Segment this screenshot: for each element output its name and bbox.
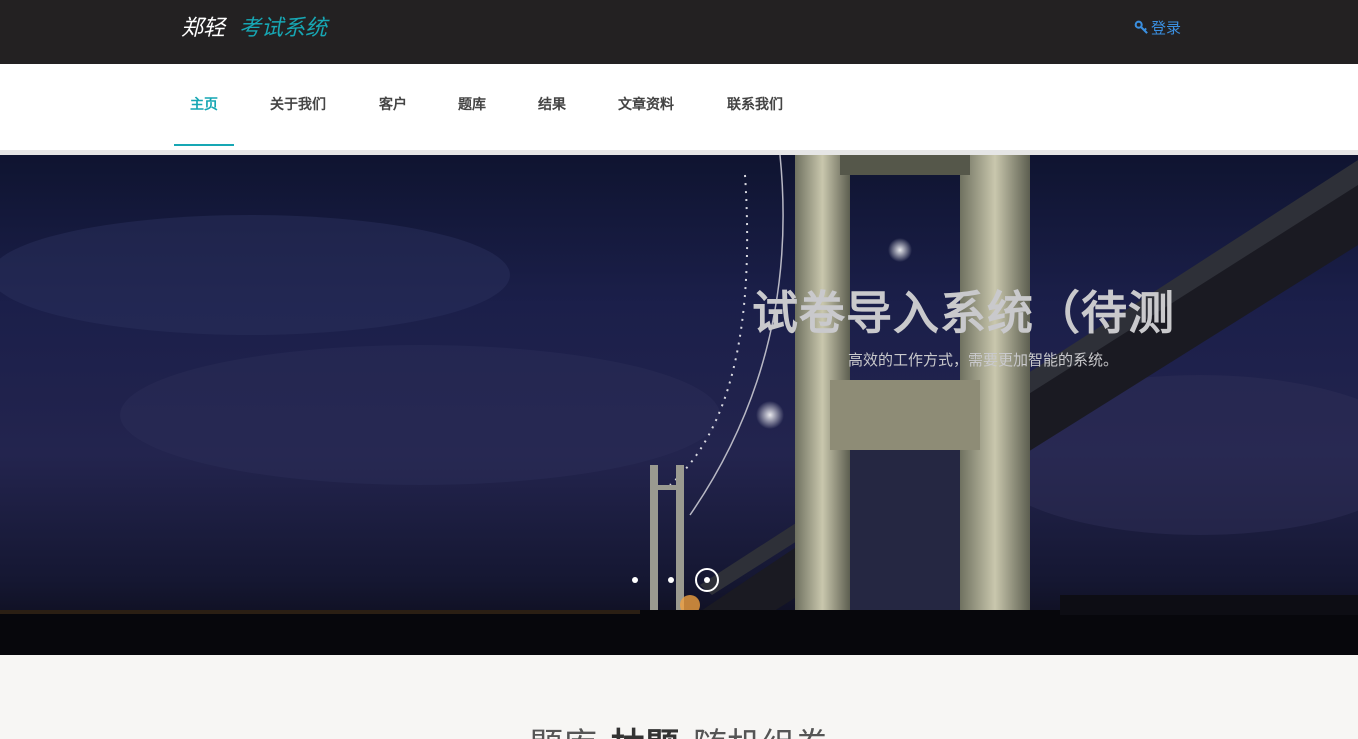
login-label: 登录 (1151, 18, 1182, 37)
main-nav: 主页 关于我们 客户 题库 结果 文章资料 联系我们 (0, 64, 1358, 150)
slide-dot-3-inner (704, 577, 710, 583)
nav-item-results[interactable]: 结果 (527, 64, 577, 146)
nav-item-about[interactable]: 关于我们 (258, 64, 338, 146)
slide-dot-3-active[interactable] (695, 568, 719, 592)
section-heading-right: 随机组卷 (693, 726, 829, 739)
key-icon (1134, 20, 1148, 34)
login-link[interactable]: 登录 (1134, 16, 1181, 38)
nav-item-home[interactable]: 主页 (174, 64, 234, 146)
nav-item-clients[interactable]: 客户 (368, 64, 418, 146)
slide-dot-1[interactable] (632, 577, 638, 583)
nav-item-question-bank[interactable]: 题库 (447, 64, 497, 146)
hero-slider[interactable]: 试卷导入系统（待测 高效的工作方式，需要更加智能的系统。 (0, 155, 1358, 655)
nav-item-contact[interactable]: 联系我们 (716, 64, 794, 146)
brand-system-name: 考试系统 (239, 16, 328, 41)
hero-title: 试卷导入系统（待测 (752, 286, 1175, 340)
section-heading-bold: 抽题 (611, 726, 679, 739)
hero-subtitle: 高效的工作方式，需要更加智能的系统。 (848, 351, 1119, 369)
bridge-background-image (0, 155, 1358, 655)
top-bar: 郑轻 考试系统 登录 (0, 0, 1358, 64)
nav-item-articles[interactable]: 文章资料 (607, 64, 685, 146)
brand-logo[interactable]: 郑轻 考试系统 (181, 14, 327, 44)
brand-name: 郑轻 (181, 16, 226, 41)
section-heading-left: 题库 (529, 726, 597, 739)
slide-dot-2[interactable] (668, 577, 674, 583)
section-heading: 题库 抽题 随机组卷 (0, 718, 1358, 739)
